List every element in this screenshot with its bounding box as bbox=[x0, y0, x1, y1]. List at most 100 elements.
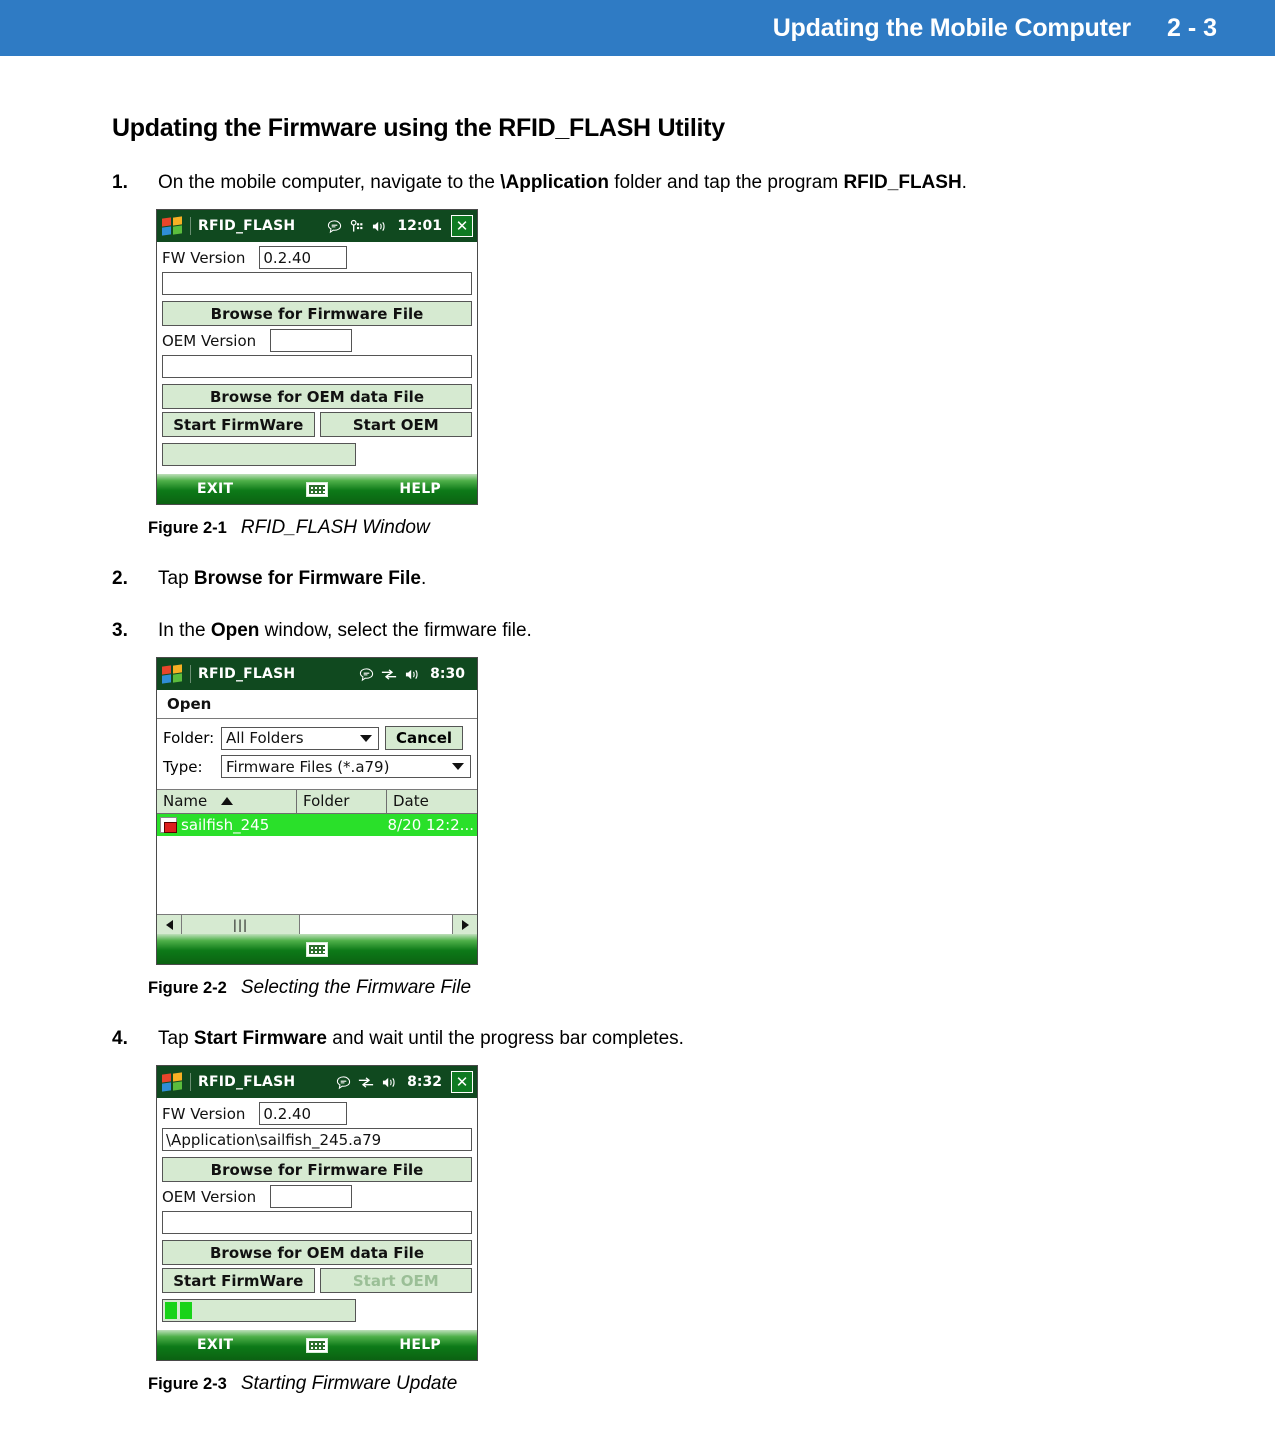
fw-version-field[interactable]: 0.2.40 bbox=[259, 1102, 348, 1125]
titlebar-2: RFID_FLASH 8:30 bbox=[157, 658, 477, 690]
step-1-part-0: On the mobile computer, navigate to the bbox=[158, 172, 501, 193]
windows-start-icon[interactable] bbox=[162, 663, 184, 684]
windows-start-icon[interactable] bbox=[162, 215, 184, 236]
softkey-bar-2 bbox=[157, 934, 477, 964]
progress-bar bbox=[162, 1299, 356, 1322]
start-firmware-button[interactable]: Start FirmWare bbox=[162, 412, 315, 437]
client-area-1: FW Version 0.2.40 Browse for Firmware Fi… bbox=[157, 242, 477, 474]
column-header-folder[interactable]: Folder bbox=[297, 790, 387, 813]
type-row: Type: Firmware Files (*.a79) bbox=[163, 755, 471, 778]
titlebar-divider bbox=[190, 1073, 191, 1091]
connectivity-icon[interactable] bbox=[381, 667, 397, 682]
step-1-part-1: \Application bbox=[500, 172, 609, 193]
step-4-part-1: Start Firmware bbox=[193, 1028, 327, 1049]
step-4-part-0: Tap bbox=[158, 1028, 194, 1049]
folder-value: All Folders bbox=[226, 729, 304, 747]
step-1-number: 1. bbox=[112, 172, 128, 193]
oem-version-field[interactable] bbox=[270, 1185, 353, 1208]
step-1-part-4: . bbox=[961, 172, 967, 193]
start-firmware-button[interactable]: Start FirmWare bbox=[162, 1268, 315, 1293]
connectivity-icon[interactable] bbox=[349, 219, 364, 234]
connectivity-icon[interactable] bbox=[358, 1075, 374, 1090]
close-icon[interactable]: ✕ bbox=[451, 1071, 473, 1093]
open-dialog-title: Open bbox=[157, 690, 477, 719]
oem-path-field[interactable] bbox=[162, 355, 472, 378]
client-area-3: FW Version 0.2.40 \Application\sailfish_… bbox=[157, 1098, 477, 1330]
step-4: 4. Tap Start Firmware and wait until the… bbox=[112, 1027, 1275, 1051]
horizontal-scrollbar[interactable]: ||| bbox=[157, 914, 477, 934]
step-3-part-2: window, select the firmware file. bbox=[259, 620, 532, 641]
fw-version-field[interactable]: 0.2.40 bbox=[259, 246, 348, 269]
page-header-title: Updating the Mobile Computer bbox=[772, 13, 1131, 42]
start-oem-button[interactable]: Start OEM bbox=[319, 412, 472, 437]
oem-path-row-1 bbox=[162, 355, 472, 378]
firmware-path-field[interactable]: \Application\sailfish_245.a79 bbox=[162, 1128, 472, 1151]
step-4-number: 4. bbox=[112, 1028, 128, 1049]
caret-left-icon bbox=[165, 919, 173, 930]
titlebar-clock: 12:01 bbox=[397, 218, 442, 234]
column-header-date[interactable]: Date bbox=[387, 790, 477, 813]
file-list-body: sailfish_245 8/20 12:2... bbox=[157, 814, 477, 914]
browse-oem-button[interactable]: Browse for OEM data File bbox=[162, 384, 472, 409]
scrollbar-track[interactable] bbox=[300, 915, 452, 934]
folder-row: Folder: All Folders Cancel bbox=[163, 726, 471, 750]
titlebar-3: RFID_FLASH 8:32 ✕ bbox=[157, 1066, 477, 1098]
volume-icon[interactable] bbox=[404, 667, 421, 682]
browse-oem-button[interactable]: Browse for OEM data File bbox=[162, 1240, 472, 1265]
screenshot-rfid-flash-window: RFID_FLASH 12:01 ✕ FW Version 0.2.40 Bro… bbox=[156, 209, 478, 505]
figure-1-title: RFID_FLASH Window bbox=[240, 517, 430, 538]
cancel-button[interactable]: Cancel bbox=[385, 726, 464, 750]
scrollbar-thumb[interactable]: ||| bbox=[182, 915, 300, 934]
screenshot-starting-firmware-update: RFID_FLASH 8:32 ✕ FW Version 0.2.40 \App… bbox=[156, 1065, 478, 1361]
firmware-path-field[interactable] bbox=[162, 272, 472, 295]
step-4-text: Tap Start Firmware and wait until the pr… bbox=[158, 1027, 1275, 1051]
fw-version-row-3: FW Version 0.2.40 bbox=[162, 1102, 472, 1125]
type-dropdown[interactable]: Firmware Files (*.a79) bbox=[221, 755, 471, 778]
fw-version-label: FW Version bbox=[162, 1104, 246, 1123]
keyboard-icon[interactable] bbox=[306, 481, 328, 497]
start-oem-button: Start OEM bbox=[319, 1268, 472, 1293]
messaging-icon[interactable] bbox=[327, 219, 342, 234]
figure-3-number: Figure 2-3 bbox=[148, 1375, 227, 1393]
column-header-name[interactable]: Name bbox=[157, 790, 297, 813]
type-label: Type: bbox=[163, 757, 203, 776]
titlebar-app-name: RFID_FLASH bbox=[198, 218, 296, 234]
screenshot-open-dialog: RFID_FLASH 8:30 Open Folder: All Folders… bbox=[156, 657, 478, 965]
close-icon[interactable]: ✕ bbox=[451, 215, 473, 237]
scroll-left-button[interactable] bbox=[157, 915, 182, 934]
titlebar-clock: 8:30 bbox=[430, 666, 465, 682]
page-number: 2 - 3 bbox=[1166, 13, 1217, 42]
help-softkey[interactable]: HELP bbox=[399, 1337, 441, 1353]
titlebar-divider bbox=[190, 217, 191, 235]
figure-caption-2: Figure 2-2 Selecting the Firmware File bbox=[148, 977, 1275, 999]
oem-path-field[interactable] bbox=[162, 1211, 472, 1234]
help-softkey[interactable]: HELP bbox=[399, 481, 441, 497]
volume-icon[interactable] bbox=[371, 219, 388, 234]
figure-2-title: Selecting the Firmware File bbox=[240, 977, 472, 998]
oem-version-field[interactable] bbox=[270, 329, 353, 352]
sort-ascending-icon bbox=[221, 797, 234, 805]
browse-firmware-button[interactable]: Browse for Firmware File bbox=[162, 301, 472, 326]
list-item[interactable]: sailfish_245 8/20 12:2... bbox=[157, 814, 477, 836]
step-1-part-3: RFID_FLASH bbox=[843, 172, 962, 193]
step-4-part-2: and wait until the progress bar complete… bbox=[326, 1028, 684, 1049]
windows-start-icon[interactable] bbox=[162, 1071, 184, 1092]
list-item-name: sailfish_245 bbox=[181, 816, 270, 834]
messaging-icon[interactable] bbox=[359, 667, 374, 682]
progress-bar bbox=[162, 443, 356, 466]
volume-icon[interactable] bbox=[381, 1075, 398, 1090]
keyboard-icon[interactable] bbox=[306, 1337, 328, 1353]
exit-softkey[interactable]: EXIT bbox=[197, 1337, 233, 1353]
messaging-icon[interactable] bbox=[336, 1075, 351, 1090]
keyboard-icon[interactable] bbox=[306, 941, 328, 957]
browse-firmware-button[interactable]: Browse for Firmware File bbox=[162, 1157, 472, 1182]
titlebar-status-icons: 12:01 bbox=[327, 218, 442, 234]
scroll-right-button[interactable] bbox=[452, 915, 477, 934]
exit-softkey[interactable]: EXIT bbox=[197, 481, 233, 497]
step-1-text: On the mobile computer, navigate to the … bbox=[158, 171, 1275, 195]
folder-dropdown[interactable]: All Folders bbox=[221, 726, 379, 750]
file-list-header: Name Folder Date bbox=[157, 790, 477, 814]
step-2-number: 2. bbox=[112, 568, 128, 589]
step-1: 1. On the mobile computer, navigate to t… bbox=[112, 171, 1275, 195]
oem-path-row-3 bbox=[162, 1211, 472, 1234]
